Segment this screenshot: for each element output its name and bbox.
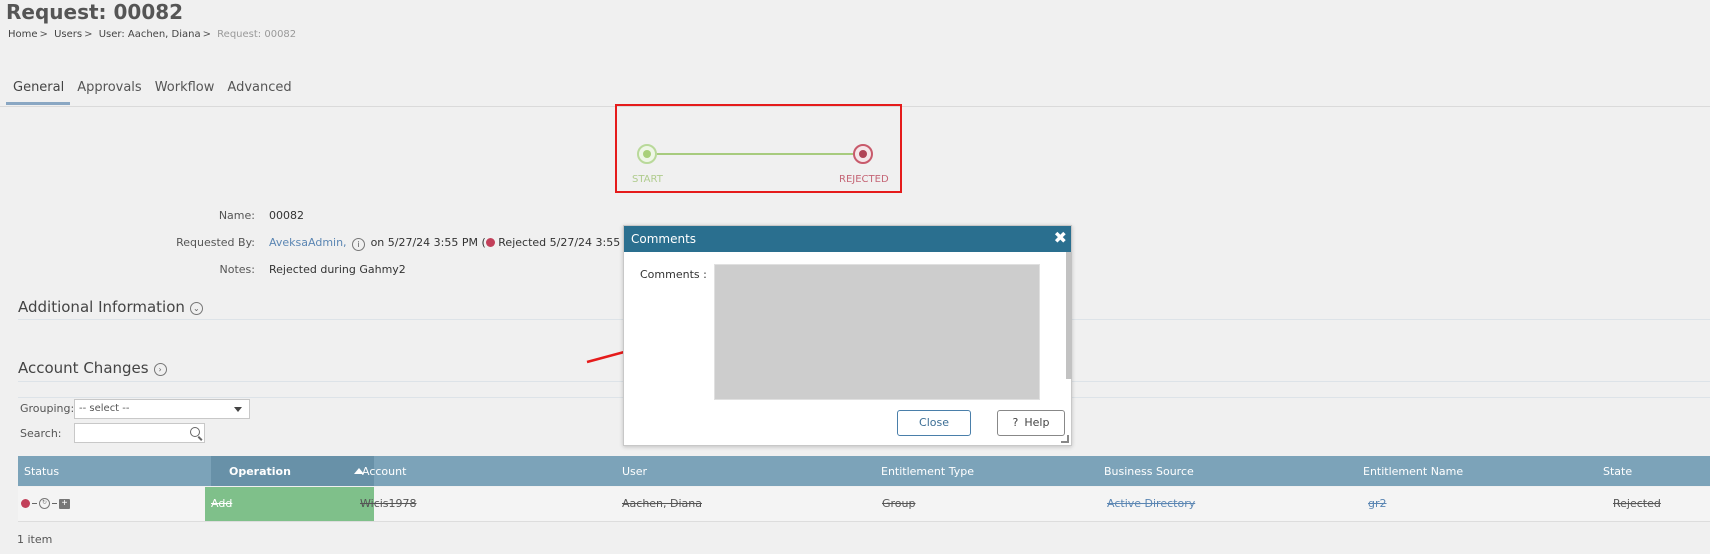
requested-by-user-link[interactable]: AveksaAdmin, <box>269 236 347 249</box>
dialog-scrollbar[interactable] <box>1066 252 1072 379</box>
dialog-title-bar[interactable]: Comments ✖ <box>624 226 1071 252</box>
rejected-status-icon <box>21 499 30 508</box>
entitlement-type-value: Group <box>882 497 916 510</box>
breadcrumb-users[interactable]: Users <box>54 29 82 40</box>
col-operation-sorted[interactable]: Operation <box>211 456 374 486</box>
tab-general[interactable]: General <box>6 76 71 105</box>
comments-dialog: Comments ✖ Comments : Close ? Help <box>623 225 1072 446</box>
col-status[interactable]: Status <box>24 465 59 478</box>
help-button-label: Help <box>1024 416 1050 429</box>
table-row[interactable]: ↻ + Add Wicis1978 Aachen, Diana Group Ac… <box>18 487 1710 522</box>
name-label: Name: <box>218 209 255 222</box>
search-icon[interactable] <box>190 427 200 437</box>
account-value: Wicis1978 <box>360 497 417 510</box>
operation-value: Add <box>211 497 233 510</box>
requested-on-text: on 5/27/24 3:55 PM ( <box>370 236 486 249</box>
rejected-status-icon <box>485 238 495 247</box>
col-entitlement-name[interactable]: Entitlement Name <box>1363 465 1463 478</box>
tab-workflow[interactable]: Workflow <box>148 76 221 102</box>
chevron-down-icon[interactable]: ⌄ <box>189 302 203 315</box>
user-value: Aachen, Diana <box>622 497 702 510</box>
name-value: 00082 <box>269 209 304 222</box>
breadcrumb-home[interactable]: Home <box>8 29 38 40</box>
workflow-rejected-node[interactable] <box>853 144 873 164</box>
workflow-rejected-label: REJECTED <box>839 174 889 185</box>
breadcrumb-current: Request: 00082 <box>217 29 297 40</box>
breadcrumb: Home > Users > User: Aachen, Diana > Reques… <box>8 29 296 40</box>
col-account[interactable]: Account <box>362 465 406 478</box>
tab-advanced[interactable]: Advanced <box>220 76 297 102</box>
requested-by-value: AveksaAdmin, i on 5/27/24 3:55 PM ( Reje… <box>269 236 644 251</box>
additional-info-section[interactable]: Additional Information ⌄ <box>18 298 203 316</box>
dialog-title: Comments <box>631 232 697 246</box>
operation-cell: Add <box>205 487 374 521</box>
requested-by-label: Requested By: <box>176 236 255 249</box>
search-input[interactable] <box>74 423 205 443</box>
breadcrumb-separator: > <box>84 29 93 40</box>
account-changes-section[interactable]: Account Changes › <box>18 359 167 377</box>
page-title: Request: 00082 <box>6 0 184 24</box>
info-icon[interactable]: i <box>352 238 366 251</box>
resize-handle[interactable] <box>1061 435 1069 443</box>
col-user[interactable]: User <box>622 465 647 478</box>
table-header: Status Operation Account User Entitlemen… <box>18 456 1710 486</box>
help-icon: ? <box>1012 416 1019 429</box>
help-button[interactable]: ? Help <box>997 410 1065 436</box>
workflow-start-node[interactable] <box>637 144 657 164</box>
status-icons: ↻ + <box>21 498 70 509</box>
entitlement-name-link[interactable]: gr2 <box>1368 497 1387 510</box>
search-label: Search: <box>20 427 62 440</box>
notes-label: Notes: <box>219 263 255 276</box>
account-changes-title: Account Changes <box>18 359 149 377</box>
breadcrumb-separator: > <box>202 29 211 40</box>
additional-info-title: Additional Information <box>18 298 185 316</box>
tab-bar: General Approvals Workflow Advanced <box>6 76 298 106</box>
workflow-start-label: START <box>632 174 663 185</box>
caret-down-icon <box>234 407 242 412</box>
close-icon[interactable]: ✖ <box>1054 229 1067 247</box>
business-source-link[interactable]: Active Directory <box>1107 497 1195 510</box>
breadcrumb-separator: > <box>39 29 48 40</box>
add-comment-icon[interactable]: + <box>59 498 70 509</box>
col-operation: Operation <box>229 465 291 478</box>
col-state[interactable]: State <box>1603 465 1632 478</box>
close-button[interactable]: Close <box>897 410 971 436</box>
chevron-right-icon[interactable]: › <box>153 363 167 376</box>
breadcrumb-user[interactable]: User: Aachen, Diana <box>99 29 201 40</box>
grouping-select-value: -- select -- <box>79 403 130 414</box>
grouping-select[interactable]: -- select -- <box>74 399 250 419</box>
comments-textarea[interactable] <box>714 264 1040 400</box>
notes-value: Rejected during Gahmy2 <box>269 263 406 276</box>
workflow-connector <box>657 153 861 155</box>
col-entitlement-type[interactable]: Entitlement Type <box>881 465 974 478</box>
comments-label: Comments : <box>640 268 707 281</box>
tab-approvals[interactable]: Approvals <box>70 76 147 102</box>
dash-icon <box>52 503 57 504</box>
history-icon[interactable]: ↻ <box>39 498 50 509</box>
state-value: Rejected <box>1613 497 1661 510</box>
grouping-label: Grouping: <box>20 402 75 415</box>
col-business-source[interactable]: Business Source <box>1104 465 1194 478</box>
dash-icon <box>32 503 37 504</box>
item-count: 1 item <box>17 533 53 546</box>
